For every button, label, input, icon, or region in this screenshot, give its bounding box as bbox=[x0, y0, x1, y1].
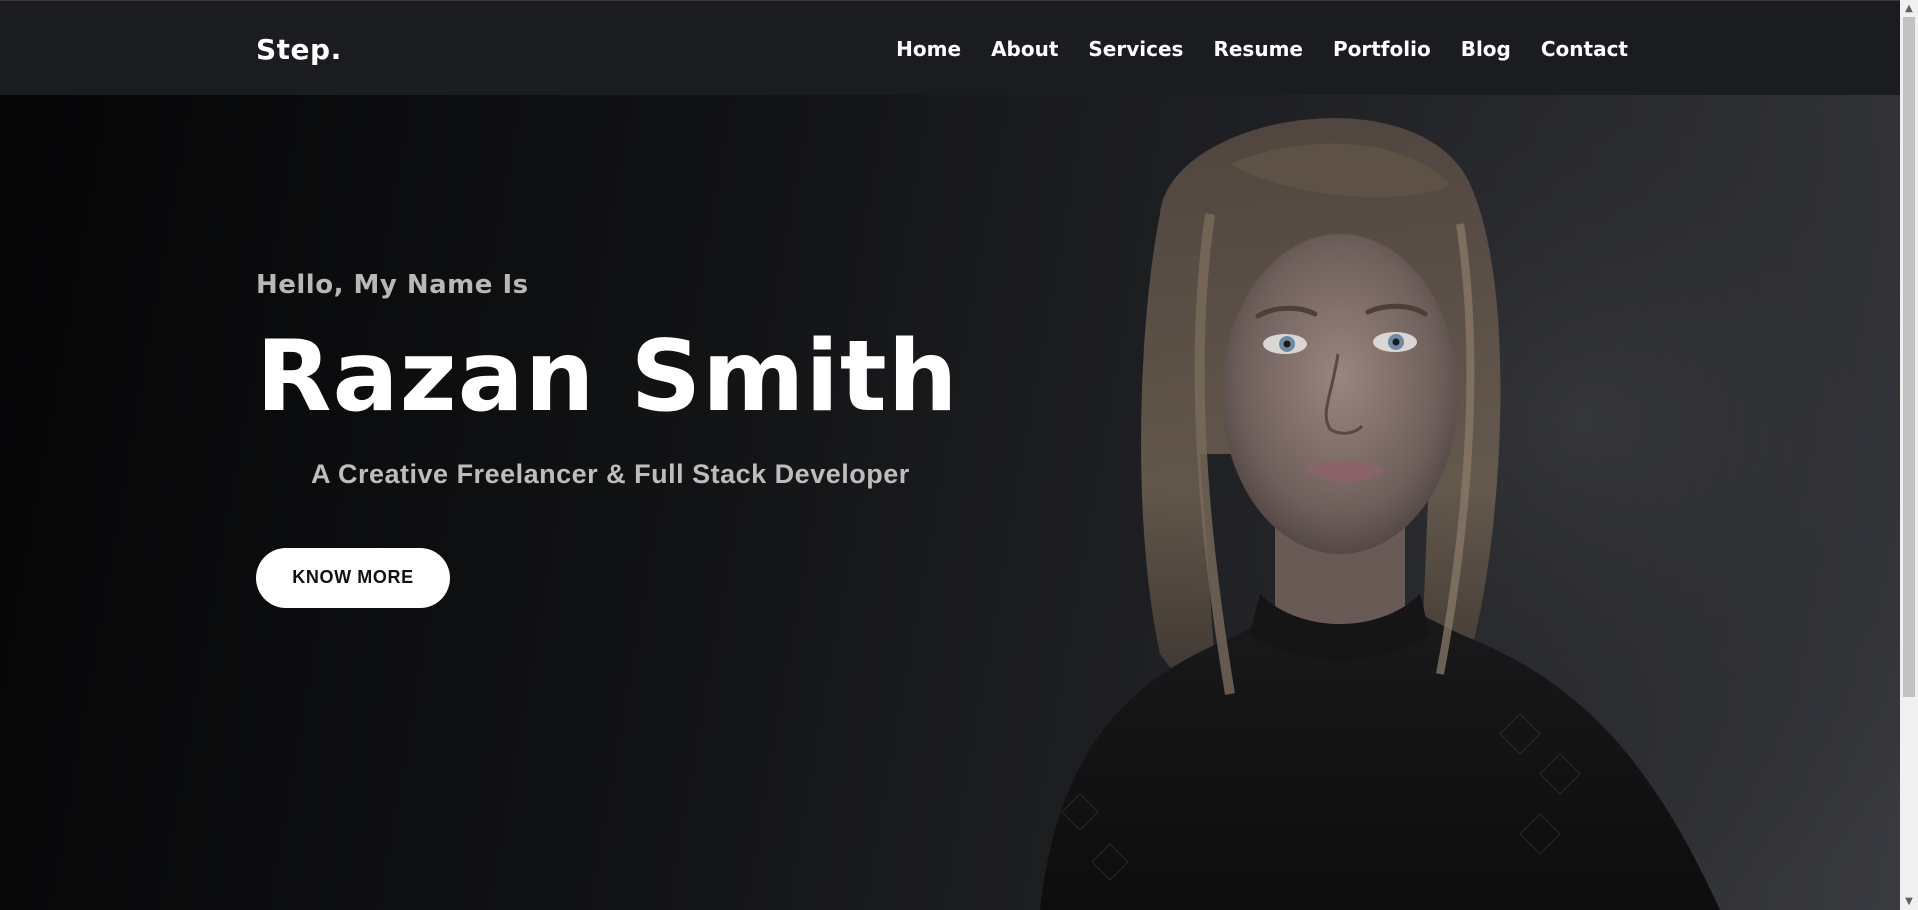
nav-link-blog[interactable]: Blog bbox=[1461, 37, 1511, 61]
nav-link-home[interactable]: Home bbox=[896, 37, 961, 61]
page-scrollbar[interactable]: ▲ ▼ bbox=[1900, 0, 1918, 910]
hero-section: Hello, My Name Is Razan Smith A Creative… bbox=[256, 270, 959, 608]
nav-link-contact[interactable]: Contact bbox=[1541, 37, 1628, 61]
hero-portrait-image bbox=[1000, 94, 1900, 910]
know-more-button[interactable]: KNOW MORE bbox=[256, 547, 450, 608]
nav-link-portfolio[interactable]: Portfolio bbox=[1333, 37, 1431, 61]
nav-link-about[interactable]: About bbox=[991, 37, 1058, 61]
chevron-up-icon[interactable]: ▲ bbox=[1900, 0, 1918, 17]
site-header: Step. Home About Services Resume Portfol… bbox=[0, 0, 1900, 95]
nav-link-services[interactable]: Services bbox=[1088, 37, 1183, 61]
hero-tagline: A Creative Freelancer & Full Stack Devel… bbox=[311, 458, 910, 489]
scrollbar-thumb[interactable] bbox=[1903, 17, 1915, 697]
page-viewport: Step. Home About Services Resume Portfol… bbox=[0, 0, 1918, 910]
main-nav: Home About Services Resume Portfolio Blo… bbox=[896, 37, 1628, 61]
nav-link-resume[interactable]: Resume bbox=[1213, 37, 1303, 61]
hero-greeting: Hello, My Name Is bbox=[256, 270, 529, 300]
hero-name: Razan Smith bbox=[256, 320, 959, 434]
site-logo[interactable]: Step. bbox=[256, 33, 342, 66]
chevron-down-icon[interactable]: ▼ bbox=[1900, 893, 1918, 910]
